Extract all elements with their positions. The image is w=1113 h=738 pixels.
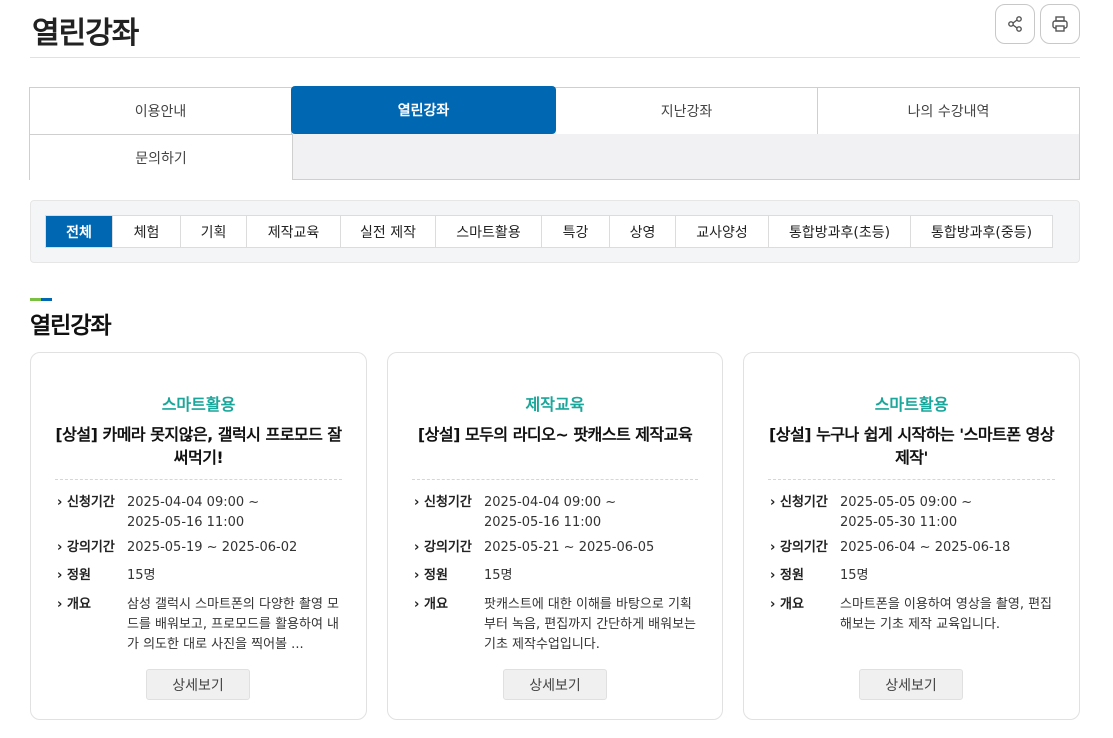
lecture-card: 스마트활용 [상설] 누구나 쉽게 시작하는 '스마트폰 영상제작' 신청기간 … [743,352,1080,720]
tab-guide[interactable]: 이용안내 [30,88,292,134]
card-title[interactable]: [상설] 카메라 못지않은, 갤럭시 프로모드 잘 써먹기! [55,423,342,469]
capacity-value: 15명 [484,568,513,583]
category-planning[interactable]: 기획 [181,216,247,247]
apply-period-row: 신청기간 2025-04-04 09:00 ~ 2025-05-16 11:00 [57,493,346,533]
card-category: 스마트활용 [874,395,949,414]
lecture-period-label: 강의기간 [57,538,127,558]
apply-period-label: 신청기간 [57,493,127,533]
apply-period-row: 신청기간 2025-05-05 09:00 ~ 2025-05-30 11:00 [770,493,1059,533]
apply-period-label: 신청기간 [414,493,484,533]
category-smart-use[interactable]: 스마트활용 [436,216,542,247]
share-button[interactable] [995,4,1035,44]
card-title[interactable]: [상설] 누구나 쉽게 시작하는 '스마트폰 영상제작' [768,423,1055,469]
tab-past-lectures[interactable]: 지난강좌 [556,88,818,134]
lecture-period-label: 강의기간 [770,538,840,558]
card-category: 스마트활용 [161,395,236,414]
capacity-row: 정원 15명 [770,566,1059,586]
detail-button[interactable]: 상세보기 [859,669,963,700]
apply-period-value: 2025-04-04 09:00 ~ 2025-05-16 11:00 [127,495,260,530]
lecture-period-value: 2025-05-19 ~ 2025-06-02 [127,540,298,555]
card-divider [768,479,1055,480]
lecture-period-value: 2025-06-04 ~ 2025-06-18 [840,540,1011,555]
detail-button[interactable]: 상세보기 [503,669,607,700]
card-category: 제작교육 [525,395,585,414]
lecture-card: 제작교육 [상설] 모두의 라디오~ 팟캐스트 제작교육 신청기간 2025-0… [387,352,723,720]
apply-period-row: 신청기간 2025-04-04 09:00 ~ 2025-05-16 11:00 [414,493,702,533]
apply-period-label: 신청기간 [770,493,840,533]
capacity-label: 정원 [57,566,127,586]
section-title-marker [30,298,52,301]
category-afterschool-middle[interactable]: 통합방과후(중등) [911,216,1052,247]
category-teacher-training[interactable]: 교사양성 [676,216,769,247]
print-button[interactable] [1040,4,1080,44]
lecture-card: 스마트활용 [상설] 카메라 못지않은, 갤럭시 프로모드 잘 써먹기! 신청기… [30,352,367,720]
category-practical-production[interactable]: 실전 제작 [341,216,436,247]
capacity-row: 정원 15명 [414,566,702,586]
page-header: 열린강좌 [30,0,1080,58]
category-list: 전체 체험 기획 제작교육 실전 제작 스마트활용 특강 상영 교사양성 통합방… [45,215,1053,248]
lecture-period-value: 2025-05-21 ~ 2025-06-05 [484,540,655,555]
summary-label: 개요 [770,595,840,635]
lecture-period-row: 강의기간 2025-05-19 ~ 2025-06-02 [57,538,346,558]
lecture-period-row: 강의기간 2025-06-04 ~ 2025-06-18 [770,538,1059,558]
capacity-row: 정원 15명 [57,566,346,586]
category-production-edu[interactable]: 제작교육 [247,216,341,247]
print-icon [1052,16,1068,32]
lecture-period-row: 강의기간 2025-05-21 ~ 2025-06-05 [414,538,702,558]
capacity-value: 15명 [840,568,869,583]
category-special-lecture[interactable]: 특강 [542,216,610,247]
card-divider [55,479,342,480]
lecture-period-label: 강의기간 [414,538,484,558]
summary-value: 팟캐스트에 대한 이해를 바탕으로 기획부터 녹음, 편집까지 간단하게 배워보… [484,597,697,652]
section-title: 열린강좌 [30,313,112,339]
share-icon [1008,16,1022,32]
tab-inquiry[interactable]: 문의하기 [30,134,293,180]
category-filter: 전체 체험 기획 제작교육 실전 제작 스마트활용 특강 상영 교사양성 통합방… [30,200,1080,263]
capacity-label: 정원 [414,566,484,586]
main-tabs: 이용안내 열린강좌 지난강좌 나의 수강내역 문의하기 [29,86,1080,180]
category-afterschool-elementary[interactable]: 통합방과후(초등) [769,216,911,247]
category-all[interactable]: 전체 [46,216,113,247]
card-divider [412,479,698,480]
detail-button[interactable]: 상세보기 [146,669,250,700]
summary-value: 스마트폰을 이용하여 영상을 촬영, 편집해보는 기초 제작 교육입니다. [840,597,1053,632]
summary-row: 개요 스마트폰을 이용하여 영상을 촬영, 편집해보는 기초 제작 교육입니다. [770,595,1059,635]
summary-value: 삼성 갤럭시 스마트폰의 다양한 촬영 모드를 배워보고, 프로모드를 활용하여… [127,597,340,652]
summary-label: 개요 [414,595,484,655]
category-experience[interactable]: 체험 [113,216,181,247]
tab-my-history[interactable]: 나의 수강내역 [818,88,1079,134]
tab-open-lectures[interactable]: 열린강좌 [291,86,556,134]
card-title[interactable]: [상설] 모두의 라디오~ 팟캐스트 제작교육 [412,423,698,446]
page-title: 열린강좌 [32,16,139,51]
summary-row: 개요 삼성 갤럭시 스마트폰의 다양한 촬영 모드를 배워보고, 프로모드를 활… [57,595,346,655]
summary-label: 개요 [57,595,127,655]
apply-period-value: 2025-05-05 09:00 ~ 2025-05-30 11:00 [840,495,973,530]
summary-row: 개요 팟캐스트에 대한 이해를 바탕으로 기획부터 녹음, 편집까지 간단하게 … [414,595,702,655]
capacity-label: 정원 [770,566,840,586]
capacity-value: 15명 [127,568,156,583]
apply-period-value: 2025-04-04 09:00 ~ 2025-05-16 11:00 [484,495,617,530]
category-screening[interactable]: 상영 [610,216,676,247]
